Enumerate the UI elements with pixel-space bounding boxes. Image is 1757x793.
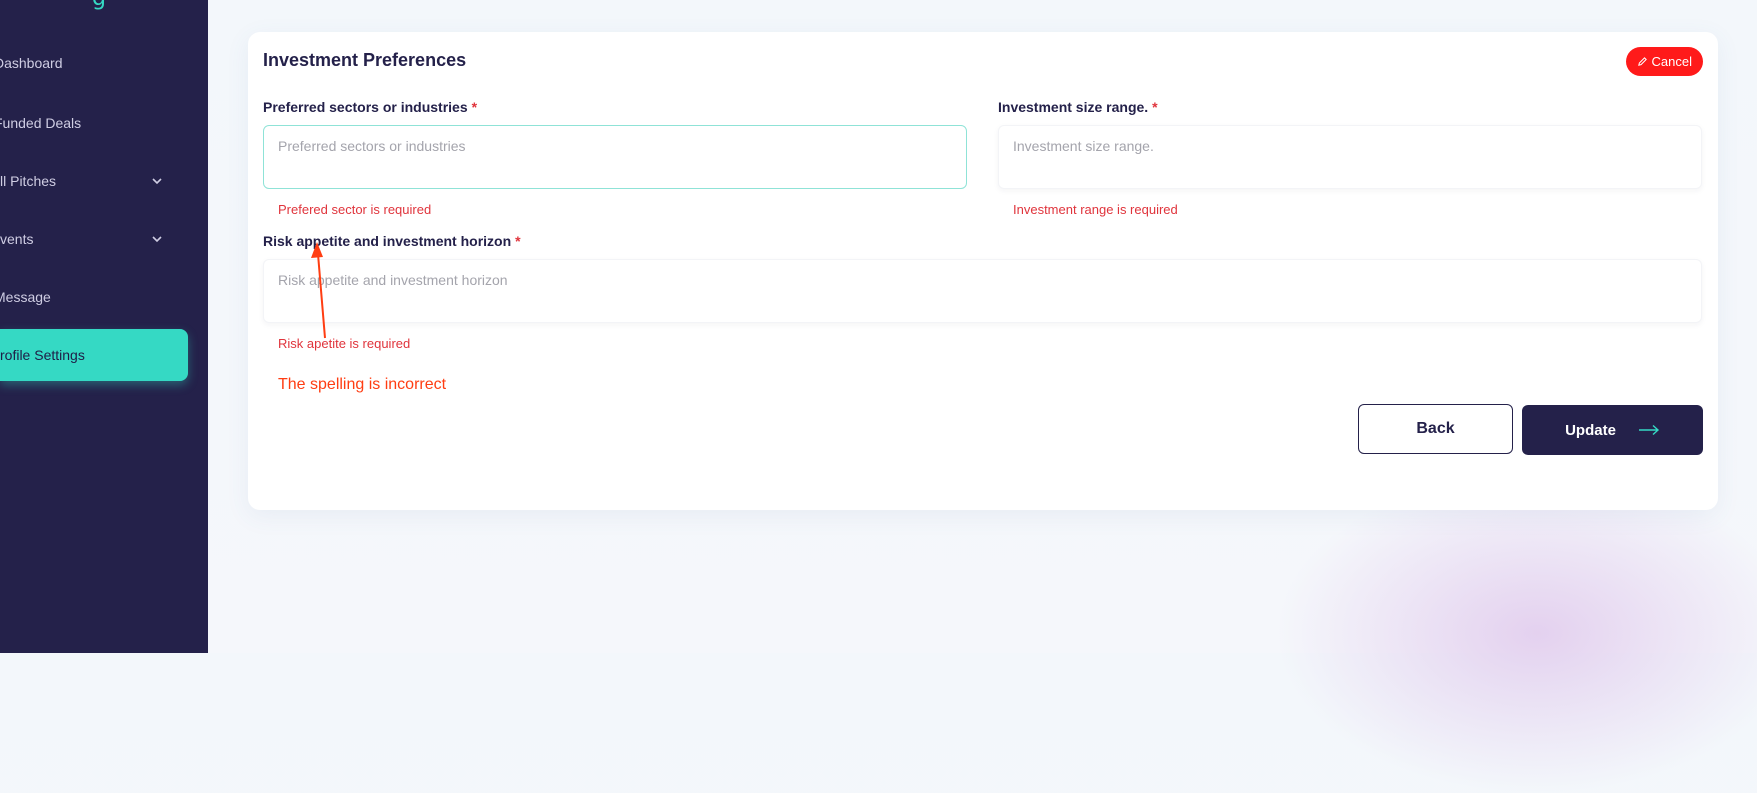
chevron-down-icon[interactable] xyxy=(150,174,164,188)
risk-input[interactable] xyxy=(263,259,1702,323)
required-mark: * xyxy=(471,99,478,115)
risk-error: Risk apetite is required xyxy=(278,336,411,351)
annotation-text: The spelling is incorrect xyxy=(278,376,447,393)
sidebar-item-profile-settings[interactable]: rofile Settings xyxy=(0,329,188,381)
size-range-label-text: Investment size range. xyxy=(998,99,1149,115)
back-button[interactable]: Back xyxy=(1358,404,1513,454)
cancel-button[interactable]: Cancel xyxy=(1625,47,1703,76)
size-range-error: Investment range is required xyxy=(1013,202,1178,217)
risk-label-text: Risk appetite and investment horizon xyxy=(263,233,512,249)
update-button-label: Update xyxy=(1565,421,1616,439)
sidebar-item-label: Message xyxy=(0,289,51,305)
sidebar-item-label: vents xyxy=(0,231,34,247)
risk-label: Risk appetite and investment horizon * xyxy=(263,233,521,249)
arrow-right-icon xyxy=(1638,424,1659,436)
sidebar-item-dashboard[interactable]: Dashboard xyxy=(0,37,188,89)
sidebar-item-label: Funded Deals xyxy=(0,115,82,131)
sidebar-item-label: Dashboard xyxy=(0,55,63,71)
sectors-label-text: Preferred sectors or industries xyxy=(263,99,468,115)
pencil-icon xyxy=(1637,57,1647,66)
required-mark: * xyxy=(1152,99,1158,115)
sectors-error: Prefered sector is required xyxy=(278,202,432,217)
required-mark: * xyxy=(515,233,521,249)
size-range-label: Investment size range. * xyxy=(998,99,1158,115)
sidebar-item-funded-deals[interactable]: Funded Deals xyxy=(0,97,188,149)
sidebar-item-message[interactable]: Message xyxy=(0,271,188,323)
sidebar-item-all-pitches[interactable]: ll Pitches xyxy=(0,155,194,207)
sidebar: g Dashboard Funded Deals ll Pitches vent… xyxy=(0,0,208,653)
sectors-input[interactable] xyxy=(263,125,967,189)
sidebar-item-events[interactable]: vents xyxy=(0,213,194,265)
sidebar-item-label: ll Pitches xyxy=(0,173,57,189)
page-title: Investment Preferences xyxy=(263,50,467,70)
sidebar-item-label: rofile Settings xyxy=(0,347,85,363)
cancel-button-label: Cancel xyxy=(1651,54,1692,69)
brand-logo-fragment: g xyxy=(92,0,106,11)
background-glow xyxy=(1277,473,1757,793)
chevron-down-icon[interactable] xyxy=(150,232,164,246)
size-range-input[interactable] xyxy=(998,125,1702,189)
sectors-label: Preferred sectors or industries * xyxy=(263,99,477,115)
update-button[interactable]: Update xyxy=(1522,405,1703,455)
